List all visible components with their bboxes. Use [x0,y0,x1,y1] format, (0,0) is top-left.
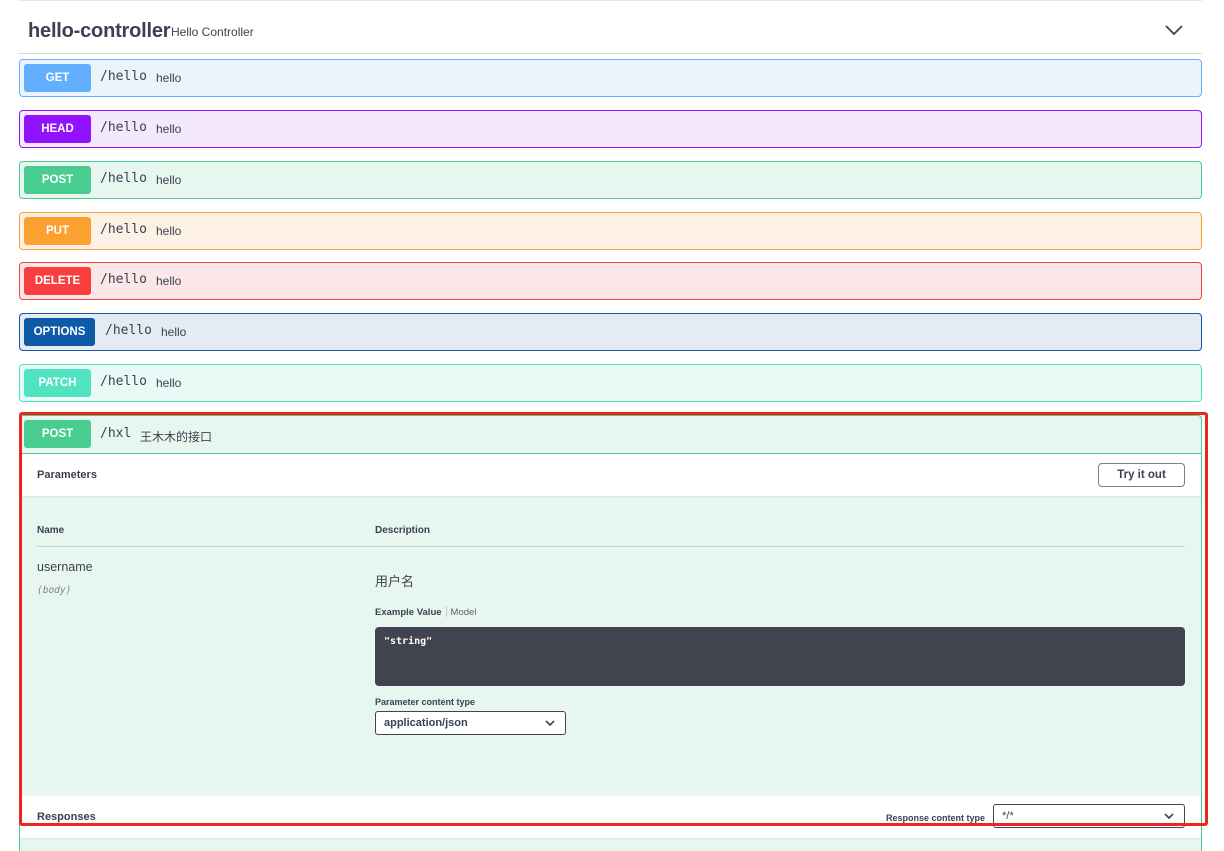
operation-path: /hello [100,120,147,135]
operation-summary: 王木木的接口 [140,430,213,444]
column-header-description: Description [375,525,431,536]
tag-description: Hello Controller [171,25,254,39]
parameter-content-type-label: Parameter content type [375,697,476,707]
method-badge: POST [24,166,91,194]
parameters-title: Parameters [37,469,97,481]
operation-summary: hello [156,173,182,187]
operation-summary: hello [156,122,182,136]
operation-summary: hello [156,376,182,390]
chevron-down-icon [545,720,555,727]
chevron-down-icon[interactable] [1164,23,1184,37]
selected-value: */* [1002,810,1014,822]
tab-model[interactable]: Model [451,607,477,618]
parameter-name: username [37,560,93,574]
method-badge: OPTIONS [24,318,95,346]
response-content-type-select[interactable]: */* [993,804,1185,828]
method-badge: PATCH [24,369,91,397]
operation-get-hello[interactable]: GET /hello hello [19,59,1202,97]
operation-head-hello[interactable]: HEAD /hello hello [19,110,1202,148]
operation-path: /hello [105,323,152,338]
operation-path: /hello [100,69,147,84]
operation-path: /hxl [100,426,132,441]
operation-path: /hello [100,222,147,237]
operation-options-hello[interactable]: OPTIONS /hello hello [19,313,1202,351]
parameter-description: 用户名 [375,574,415,589]
response-content-type-label: Response content type [886,813,986,823]
method-badge: POST [24,420,91,448]
operation-put-hello[interactable]: PUT /hello hello [19,212,1202,250]
method-badge: DELETE [24,267,91,295]
chevron-down-icon [1164,813,1174,820]
tag-header[interactable]: hello-controller Hello Controller [18,0,1202,54]
tag-name: hello-controller [28,20,171,42]
operation-path: /hello [100,272,147,287]
method-badge: PUT [24,217,91,245]
operation-post-hello[interactable]: POST /hello hello [19,161,1202,199]
example-tabs: Example Value Model [375,606,476,618]
column-header-name: Name [37,525,65,536]
operation-summary: hello [156,274,182,288]
selected-value: application/json [384,717,468,729]
operation-path: /hello [100,171,147,186]
operation-post-hxl-header[interactable]: POST /hxl 王木木的接口 [20,416,1201,454]
example-value-code: "string" [375,627,1185,686]
parameter-content-type-select[interactable]: application/json [375,711,566,735]
operation-summary: hello [156,224,182,238]
parameter-location: (body) [37,585,72,596]
operation-post-hxl: POST /hxl 王木木的接口 Parameters Try it out N… [19,415,1202,851]
operation-summary: hello [156,71,182,85]
table-divider [37,546,1185,547]
method-badge: GET [24,64,91,92]
method-badge: HEAD [24,115,91,143]
operation-path: /hello [100,374,147,389]
operation-delete-hello[interactable]: DELETE /hello hello [19,262,1202,300]
responses-title: Responses [37,811,96,823]
tab-example-value[interactable]: Example Value [375,607,442,618]
try-it-out-button[interactable]: Try it out [1098,463,1185,487]
tab-divider [445,606,447,617]
operation-summary: hello [161,325,187,339]
parameters-section-header: Parameters Try it out [20,454,1201,496]
operation-patch-hello[interactable]: PATCH /hello hello [19,364,1202,402]
